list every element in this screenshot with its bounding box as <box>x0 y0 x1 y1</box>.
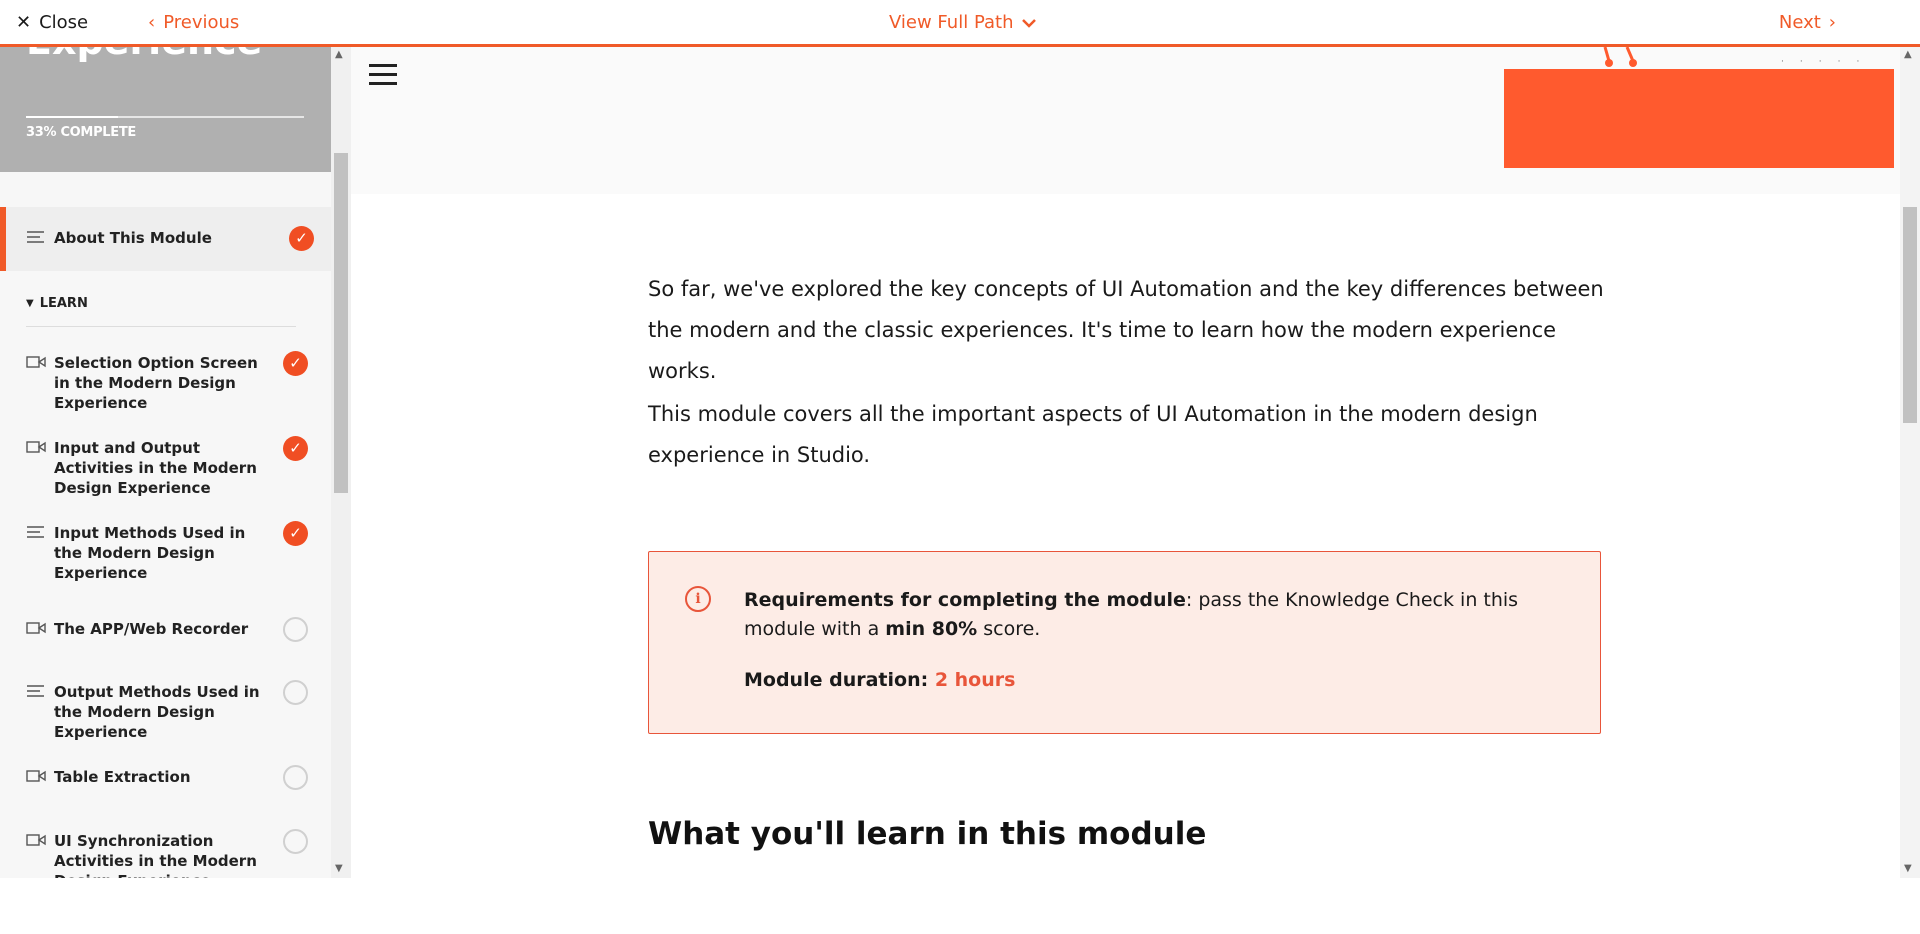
video-icon <box>26 833 46 851</box>
scroll-up-icon[interactable]: ▲ <box>335 49 343 60</box>
duration-label: Module duration: <box>744 669 935 691</box>
progress-fill <box>26 116 118 118</box>
progress-label: 33% COMPLETE <box>26 125 137 140</box>
empty-circle-icon <box>283 680 308 705</box>
main-scroll-up-icon[interactable]: ▲ <box>1904 49 1912 60</box>
view-path-label: View Full Path <box>889 12 1014 33</box>
checkmark-icon: ✓ <box>283 436 308 461</box>
sidebar-lesson-label: Output Methods Used in the Modern Design… <box>54 683 260 741</box>
sidebar-lesson-item[interactable]: The APP/Web Recorder <box>0 611 331 651</box>
next-button[interactable]: Next › <box>1779 12 1836 33</box>
caret-down-icon: ▼ <box>26 298 34 309</box>
empty-circle-icon <box>283 617 308 642</box>
progress-bar <box>26 116 304 118</box>
hamburger-menu-icon[interactable] <box>369 64 397 86</box>
previous-button[interactable]: ‹ Previous <box>148 12 239 33</box>
sidebar-scroll-thumb[interactable] <box>334 153 348 493</box>
section-toggle-learn[interactable]: ▼ LEARN <box>26 296 88 311</box>
requirements-text: Requirements for completing the module: … <box>744 586 1574 644</box>
intro-paragraph: So far, we've explored the key concepts … <box>648 277 1604 383</box>
sidebar-lesson-label: The APP/Web Recorder <box>54 620 249 638</box>
sidebar-lesson-label: UI Synchronization Activities in the Mod… <box>54 832 257 878</box>
chevron-down-icon <box>1022 18 1037 28</box>
top-navigation-bar: ✕ Close ‹ Previous View Full Path Next › <box>0 0 1920 47</box>
section-divider <box>26 326 296 327</box>
video-icon <box>26 769 46 787</box>
empty-circle-icon <box>283 829 308 854</box>
text-lines-icon <box>26 684 46 702</box>
chevron-right-icon: › <box>1828 11 1836 33</box>
sidebar-lesson-label: Input and Output Activities in the Moder… <box>54 439 257 497</box>
close-label: Close <box>39 12 89 33</box>
sidebar-header: Experience 33% COMPLETE <box>0 47 331 172</box>
section-label: LEARN <box>39 296 88 311</box>
section-heading: What you'll learn in this module <box>648 816 1207 852</box>
decorative-graphic <box>1603 47 1637 67</box>
main-scroll-thumb[interactable] <box>1903 207 1917 423</box>
text-lines-icon <box>26 525 46 543</box>
sidebar-lesson-item[interactable]: About This Module ✓ <box>0 207 331 271</box>
sidebar-scrollbar[interactable]: ▲ ▼ <box>331 47 351 878</box>
video-icon <box>26 621 46 639</box>
checkmark-icon: ✓ <box>283 351 308 376</box>
main-scroll-down-icon[interactable]: ▼ <box>1904 863 1912 874</box>
course-sidebar: Experience 33% COMPLETE About This Modul… <box>0 47 331 878</box>
checkmark-icon: ✓ <box>289 226 314 251</box>
requirements-bold: Requirements for completing the module <box>744 589 1186 611</box>
video-icon <box>26 355 46 373</box>
requirements-end: score. <box>977 618 1041 640</box>
sidebar-lesson-item[interactable]: Input and Output Activities in the Moder… <box>0 430 331 497</box>
sidebar-lesson-label: About This Module <box>54 229 212 247</box>
empty-circle-icon <box>283 765 308 790</box>
module-duration: Module duration: 2 hours <box>744 669 1015 691</box>
duration-value: 2 hours <box>934 669 1016 691</box>
course-title: Experience <box>26 47 262 63</box>
previous-label: Previous <box>163 12 240 33</box>
hero-image <box>1504 69 1894 168</box>
sidebar-lesson-label: Input Methods Used in the Modern Design … <box>54 524 246 582</box>
module-paragraph: This module covers all the important asp… <box>648 402 1538 467</box>
close-icon: ✕ <box>16 11 32 33</box>
video-icon <box>26 440 46 458</box>
sidebar-lesson-item[interactable]: Output Methods Used in the Modern Design… <box>0 674 331 741</box>
next-label: Next <box>1778 12 1821 33</box>
info-icon: i <box>685 586 711 612</box>
sidebar-lesson-item[interactable]: UI Synchronization Activities in the Mod… <box>0 823 331 878</box>
sidebar-lesson-label: Selection Option Screen in the Modern De… <box>54 354 258 412</box>
scroll-down-icon[interactable]: ▼ <box>335 863 343 874</box>
sidebar-lesson-label: Table Extraction <box>54 768 191 786</box>
close-button[interactable]: ✕ Close <box>16 12 88 33</box>
text-lines-icon <box>26 230 46 248</box>
sidebar-lesson-item[interactable]: Input Methods Used in the Modern Design … <box>0 515 331 582</box>
decorative-dots: ····· <box>1781 57 1876 67</box>
checkmark-icon: ✓ <box>283 521 308 546</box>
chevron-left-icon: ‹ <box>148 11 156 33</box>
requirements-callout: i Requirements for completing the module… <box>648 551 1601 734</box>
lesson-content: ····· So far, we've explored the key con… <box>351 47 1900 878</box>
lesson-hero: ····· <box>351 47 1900 194</box>
sidebar-lesson-item[interactable]: Selection Option Screen in the Modern De… <box>0 345 331 412</box>
main-scrollbar[interactable]: ▲ ▼ <box>1900 47 1920 878</box>
requirements-min: min 80% <box>885 618 978 640</box>
sidebar-lesson-item[interactable]: Table Extraction <box>0 759 331 799</box>
view-full-path-button[interactable]: View Full Path <box>889 12 1037 33</box>
